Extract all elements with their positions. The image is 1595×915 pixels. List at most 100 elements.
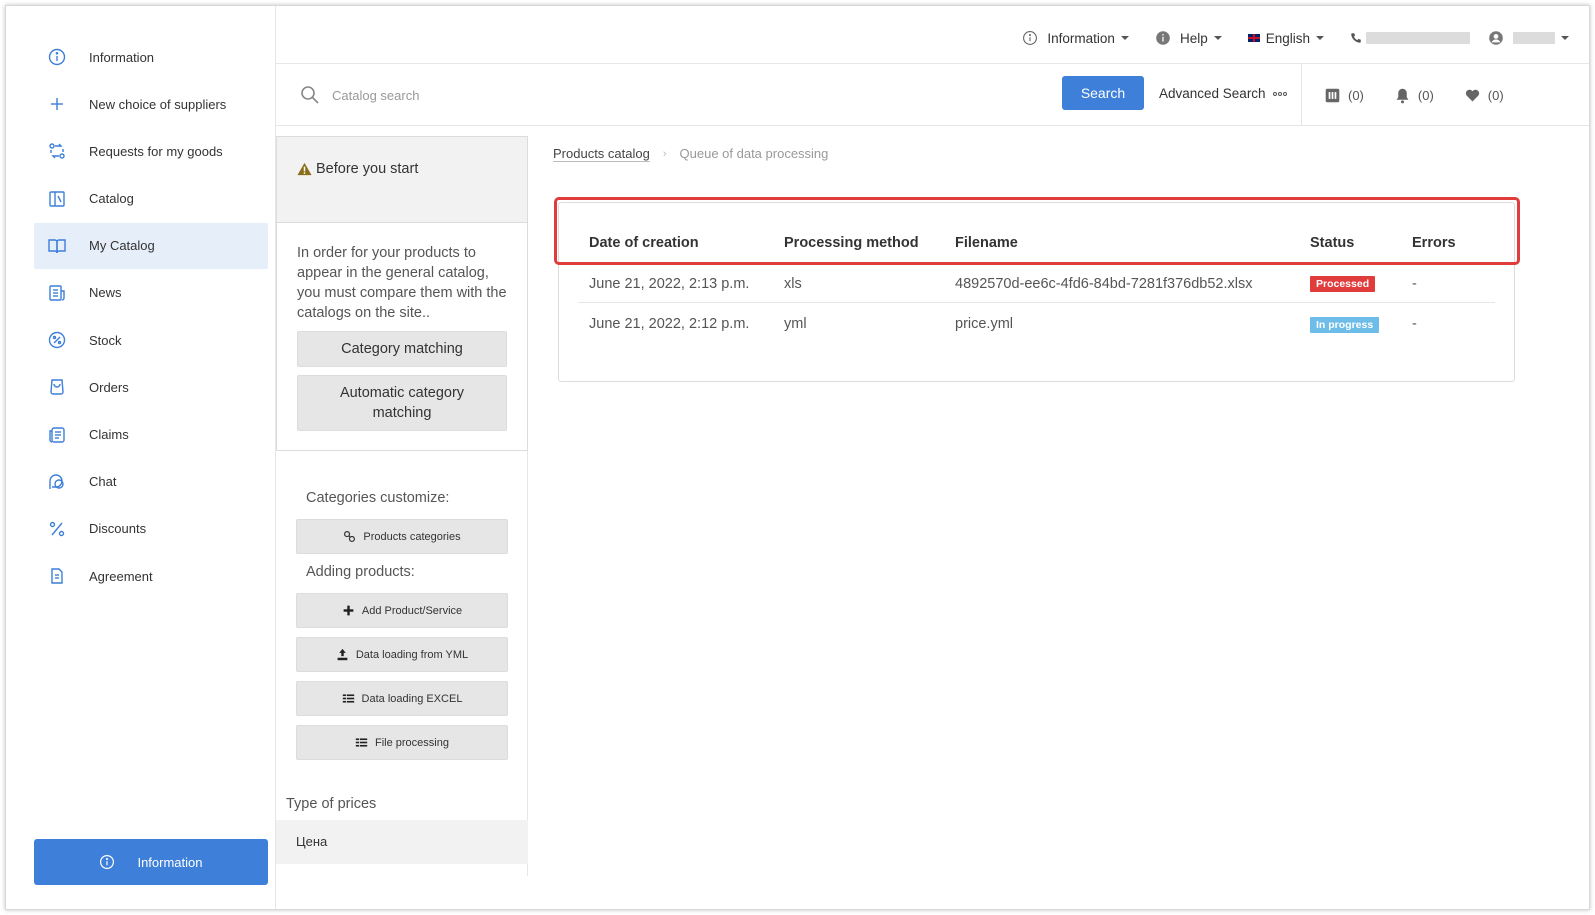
phone-dropdown[interactable] [1350,32,1470,44]
row-2-method: yml [784,316,807,332]
column-header-errors: Errors [1412,235,1456,251]
link-icon [344,531,356,542]
column-header-date: Date of creation [589,235,699,251]
yml-loading-button[interactable]: Data loading from YML [296,637,508,672]
sidebar-item-label: Claims [89,427,129,442]
column-header-method: Processing method [784,235,919,251]
counters-bar: (0) (0) (0) [1301,64,1566,126]
warning-icon [297,162,312,176]
sidebar-item-label: Chat [89,474,117,490]
claims-icon [34,425,80,445]
information-dropdown[interactable]: Information [1022,30,1129,46]
category-matching-button[interactable]: Category matching [297,331,507,367]
sidebar-item-label: Information [89,49,155,65]
search-input[interactable] [332,84,932,106]
before-you-start-header: Before you start [277,137,527,223]
phone-icon [1351,33,1361,43]
sidebar-item-agreement[interactable]: Agreement [34,553,268,599]
search-icon [301,86,319,104]
favorites-count: (0) [1487,87,1504,103]
search-button[interactable]: Search [1062,76,1144,110]
favorites-counter[interactable]: (0) [1464,87,1504,104]
information-button[interactable]: Information [34,839,268,885]
row-2-filename: price.yml [955,316,1014,332]
yml-loading-label: Data loading from YML [355,648,469,661]
price-type-item[interactable]: Цена [276,820,528,864]
excel-loading-button[interactable]: Data loading EXCEL [296,681,508,716]
products-categories-label: Products categories [363,530,461,543]
user-dropdown[interactable] [1488,30,1569,46]
top-bar: Information Help English [276,6,1589,64]
chevron-down-icon [1120,36,1129,40]
add-product-button[interactable]: Add Product/Service [296,593,508,628]
heart-icon [1465,89,1479,101]
sidebar-item-catalog[interactable]: Catalog [34,176,268,222]
sidebar-item-chat[interactable]: Chat [34,459,268,505]
advanced-search-label: Advanced Search [1159,86,1266,101]
categories-customize-label: Categories customize: [306,490,450,506]
sidebar-item-stock[interactable]: Stock [34,317,268,363]
uk-flag-icon [1247,34,1260,42]
sidebar-item-label: Stock [89,332,122,348]
app-window: Information New choice of suppliers Requ… [5,5,1590,910]
catalog-icon [34,189,80,209]
sidebar-item-label: My Catalog [89,238,155,254]
sidebar-item-my-catalog[interactable]: My Catalog [34,222,268,269]
row-1-date: June 21, 2022, 2:13 p.m. [589,276,750,292]
file-processing-label: File processing [375,736,449,749]
products-categories-button[interactable]: Products categories [296,519,508,554]
excel-loading-label: Data loading EXCEL [361,692,463,705]
column-header-filename: Filename [955,235,1018,251]
sidebar-item-requests[interactable]: Requests for my goods [34,128,268,174]
plus-icon [343,605,354,616]
more-dots-icon [1272,88,1288,99]
table-divider [578,263,1495,264]
type-of-prices-label: Type of prices [286,796,377,812]
breadcrumb-separator-icon: › [662,147,667,160]
breadcrumb-current: Queue of data processing [679,146,829,161]
sidebar-item-discounts[interactable]: Discounts [34,506,268,552]
percent-icon [34,519,80,539]
search-bar: Search Advanced Search (0) (0) (0) [276,64,1589,126]
sidebar-item-label: Discounts [89,521,147,537]
sidebar-item-orders[interactable]: Orders [34,364,268,410]
sidebar-item-label: Agreement [89,568,153,584]
chevron-down-icon [1316,36,1324,40]
add-product-label: Add Product/Service [361,604,463,617]
sidebar-item-news[interactable]: News [34,270,268,316]
info-icon [34,47,80,67]
sidebar-item-new-suppliers[interactable]: New choice of suppliers [34,81,268,127]
bag-icon [34,377,80,397]
percent-circle-icon [34,330,80,350]
compare-counter[interactable]: (0) [1324,87,1364,104]
top-menu: Information Help English [996,30,1569,46]
adding-products-label: Adding products: [306,564,415,580]
sidebar-item-label: New choice of suppliers [89,96,227,112]
help-dropdown[interactable]: Help [1155,30,1222,46]
language-dropdown[interactable]: English [1247,31,1324,46]
row-2-status-badge: In progress [1310,317,1380,333]
breadcrumb: Products catalog › Queue of data process… [553,146,828,161]
compare-count: (0) [1348,87,1364,103]
exchange-icon [34,141,80,161]
notifications-counter[interactable]: (0) [1394,87,1434,104]
sidebar-item-claims[interactable]: Claims [34,412,268,458]
book-icon [34,236,80,256]
row-1-filename: 4892570d-ee6c-4fd6-84bd-7281f376db52.xls… [955,276,1253,292]
document-icon [34,566,80,586]
sidebar: Information New choice of suppliers Requ… [6,6,276,909]
table-icon [355,738,368,747]
automatic-category-matching-button[interactable]: Automatic category matching [297,375,507,431]
plus-icon [34,94,80,114]
table-icon [342,694,354,703]
row-1-errors: - [1412,276,1417,292]
help-dropdown-label: Help [1179,30,1208,46]
upload-icon [337,648,348,661]
news-icon [34,283,80,303]
sidebar-item-information[interactable]: Information [34,34,268,80]
breadcrumb-products-catalog[interactable]: Products catalog [553,146,650,161]
advanced-search-link[interactable]: Advanced Search [1159,86,1288,101]
file-processing-button[interactable]: File processing [296,725,508,760]
chevron-down-icon [1561,36,1569,40]
sidebar-item-label: Orders [89,379,129,395]
